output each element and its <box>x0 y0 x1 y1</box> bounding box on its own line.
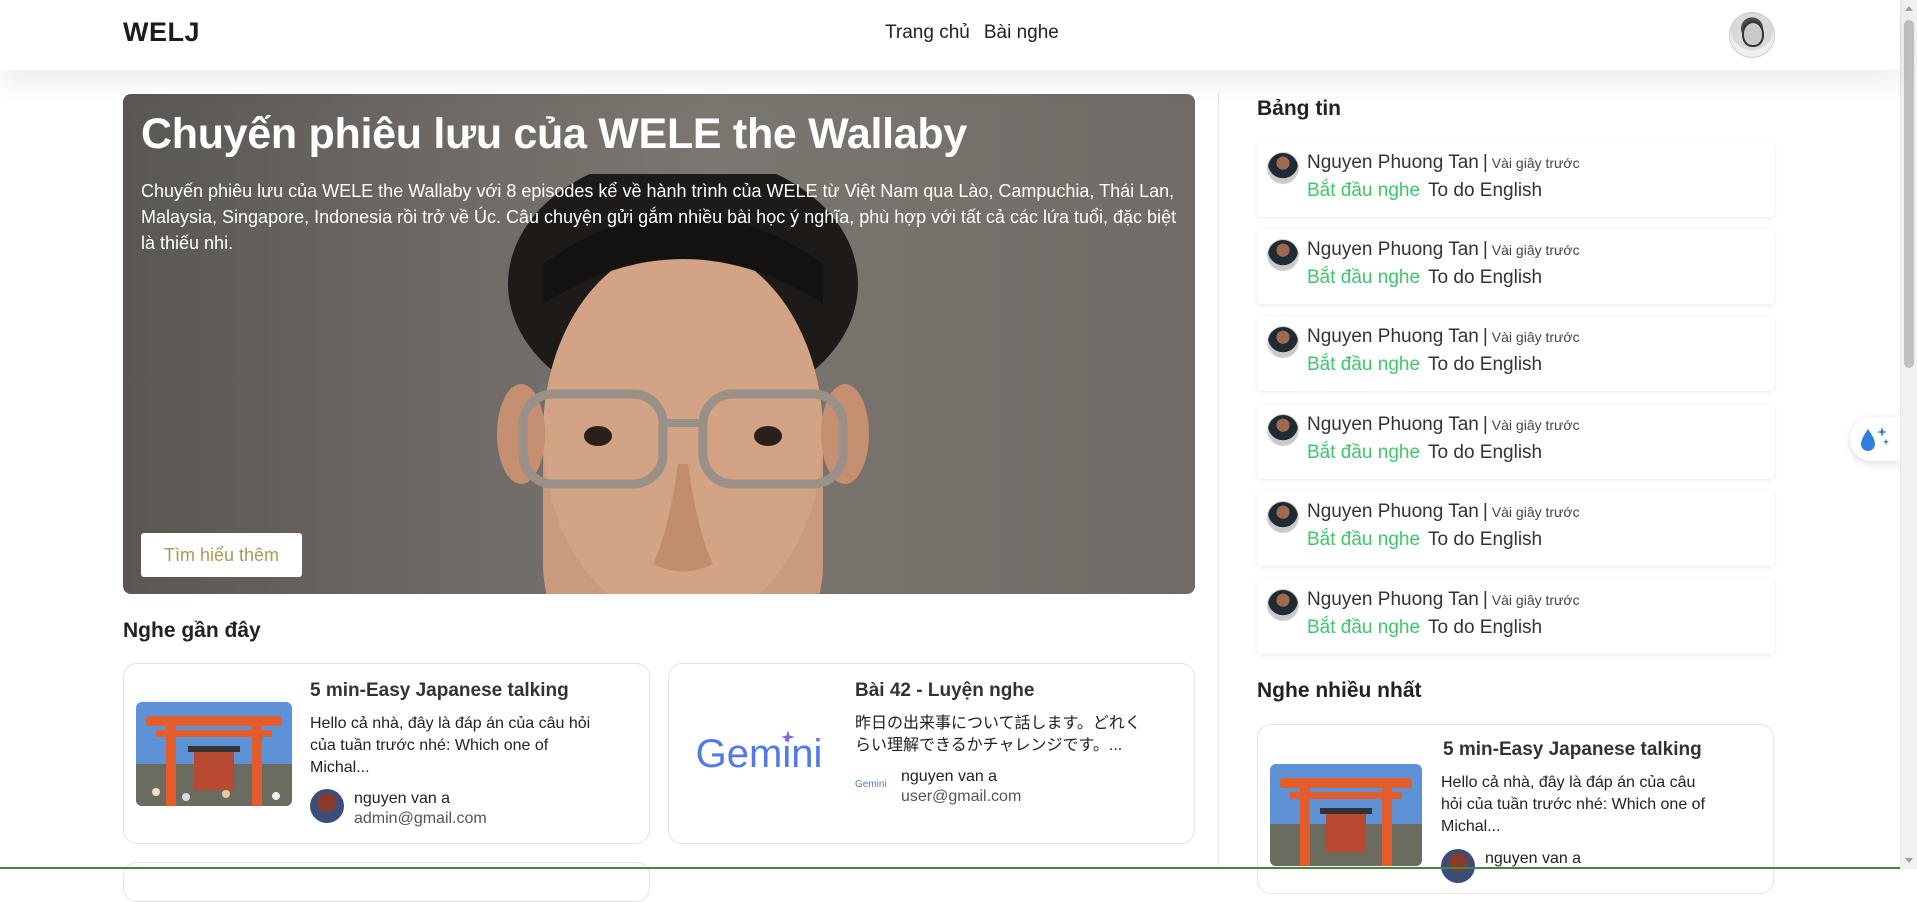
feed-item[interactable]: Nguyen Phuong Tan | Vài giây trước Bắt đầu… <box>1257 579 1774 654</box>
author-avatar: Gemini <box>855 778 887 790</box>
gemini-logo-text: Gemini <box>695 731 823 776</box>
author-email: user@gmail.com <box>901 788 1022 805</box>
learn-more-button[interactable]: Tìm hiểu thêm <box>141 533 302 577</box>
torii-gate-thumbnail <box>136 702 292 806</box>
card-description: Hello cả nhà, đây là đáp án của câu hỏi … <box>1441 774 1706 835</box>
feed-time: Vài giây trước <box>1491 329 1580 345</box>
feed-time: Vài giây trước <box>1491 504 1580 520</box>
author-avatar <box>1441 849 1475 883</box>
feed-separator: | <box>1482 414 1488 435</box>
recent-section-title: Nghe gần đây <box>123 619 261 642</box>
brand-logo[interactable]: WELJ <box>123 17 200 48</box>
feed-time: Vài giây trước <box>1491 242 1580 258</box>
card-author: nguyen van a <box>1441 849 1581 883</box>
scrollbar-thumb[interactable] <box>1904 20 1914 368</box>
feed-user-name[interactable]: Nguyen Phuong Tan <box>1307 239 1479 260</box>
feed-action: Bắt đầu nghe <box>1307 267 1421 288</box>
scroll-down-arrow-icon[interactable] <box>1905 858 1913 863</box>
recent-card[interactable]: 5 min-Easy Japanese talking Hello cả nhà… <box>123 663 650 844</box>
feed-separator: | <box>1482 239 1488 260</box>
feed-user-name[interactable]: Nguyen Phuong Tan <box>1307 152 1479 173</box>
card-author: Gemini nguyen van a user@gmail.com <box>855 767 1021 807</box>
feed-user-avatar <box>1267 414 1299 446</box>
feed-item[interactable]: Nguyen Phuong Tan | Vài giây trước Bắt đầu… <box>1257 142 1774 217</box>
feed-action: Bắt đầu nghe <box>1307 354 1421 375</box>
feed-action: Bắt đầu nghe <box>1307 180 1421 201</box>
water-drop-sparkle-icon[interactable] <box>1850 417 1900 461</box>
feed-user-name[interactable]: Nguyen Phuong Tan <box>1307 589 1479 610</box>
hero-description: Chuyến phiêu lưu của WELE the Wallaby vớ… <box>141 181 1177 253</box>
feed-target[interactable]: To do English <box>1428 180 1542 201</box>
feed-user-avatar <box>1267 239 1299 271</box>
hero-banner: Chuyến phiêu lưu của WELE the Wallaby Ch… <box>123 94 1195 594</box>
feed-target[interactable]: To do English <box>1428 442 1542 463</box>
top-header: WELJ Trang chủ Bài nghe <box>0 0 1900 70</box>
page-scrollbar[interactable] <box>1900 0 1917 869</box>
author-name: nguyen van a <box>901 768 998 785</box>
gemini-thumbnail: Gemini <box>681 702 837 806</box>
nav-home[interactable]: Trang chủ <box>885 22 970 44</box>
card-title[interactable]: Bài 42 - Luyện nghe <box>855 680 1034 702</box>
feed-user-avatar <box>1267 152 1299 184</box>
author-name: nguyen van a <box>354 790 451 807</box>
feed-separator: | <box>1482 152 1488 173</box>
feed-time: Vài giây trước <box>1491 417 1580 433</box>
hero-title: Chuyến phiêu lưu của WELE the Wallaby <box>141 110 967 158</box>
nav-lessons[interactable]: Bài nghe <box>984 22 1059 44</box>
feed-item[interactable]: Nguyen Phuong Tan | Vài giây trước Bắt đầu… <box>1257 491 1774 566</box>
feed-target[interactable]: To do English <box>1428 617 1542 638</box>
feed-action: Bắt đầu nghe <box>1307 529 1421 550</box>
card-title[interactable]: 5 min-Easy Japanese talking <box>310 680 569 702</box>
popular-section-title: Nghe nhiều nhất <box>1257 679 1422 702</box>
feed-separator: | <box>1482 326 1488 347</box>
feed-separator: | <box>1482 501 1488 522</box>
feed-user-name[interactable]: Nguyen Phuong Tan <box>1307 501 1479 522</box>
feed-user-avatar <box>1267 589 1299 621</box>
feed-user-name[interactable]: Nguyen Phuong Tan <box>1307 326 1479 347</box>
feed-item[interactable]: Nguyen Phuong Tan | Vài giây trước Bắt đầu… <box>1257 316 1774 391</box>
sparkle-icon <box>781 730 795 744</box>
author-name: nguyen van a <box>1485 850 1582 867</box>
feed-time: Vài giây trước <box>1491 592 1580 608</box>
feed-target[interactable]: To do English <box>1428 267 1542 288</box>
author-email: admin@gmail.com <box>354 810 487 827</box>
feed-action: Bắt đầu nghe <box>1307 442 1421 463</box>
feed-section-title: Bảng tin <box>1257 97 1341 120</box>
feed-item[interactable]: Nguyen Phuong Tan | Vài giây trước Bắt đầu… <box>1257 229 1774 304</box>
feed-item[interactable]: Nguyen Phuong Tan | Vài giây trước Bắt đầu… <box>1257 404 1774 479</box>
main-nav: Trang chủ Bài nghe <box>885 22 1059 44</box>
feed-user-avatar <box>1267 501 1299 533</box>
feed-action: Bắt đầu nghe <box>1307 617 1421 638</box>
feed-separator: | <box>1482 589 1488 610</box>
column-divider <box>1218 94 1219 869</box>
card-description: Hello cả nhà, đây là đáp án của câu hỏi … <box>310 715 591 776</box>
card-author: nguyen van a admin@gmail.com <box>310 789 487 829</box>
author-avatar <box>310 789 344 823</box>
feed-target[interactable]: To do English <box>1428 354 1542 375</box>
user-avatar[interactable] <box>1729 12 1775 58</box>
feed-target[interactable]: To do English <box>1428 529 1542 550</box>
scroll-up-arrow-icon[interactable] <box>1905 6 1913 11</box>
recent-card[interactable]: Gemini Bài 42 - Luyện nghe 昨日の出来事について話しま… <box>668 663 1195 844</box>
feed-time: Vài giây trước <box>1491 155 1580 171</box>
card-title[interactable]: 5 min-Easy Japanese talking <box>1443 739 1702 761</box>
torii-gate-thumbnail <box>1270 764 1422 866</box>
card-description: 昨日の出来事について話します。どれくらい理解できるかチャレンジです。... <box>855 715 1141 754</box>
feed-user-name[interactable]: Nguyen Phuong Tan <box>1307 414 1479 435</box>
feed-user-avatar <box>1267 326 1299 358</box>
